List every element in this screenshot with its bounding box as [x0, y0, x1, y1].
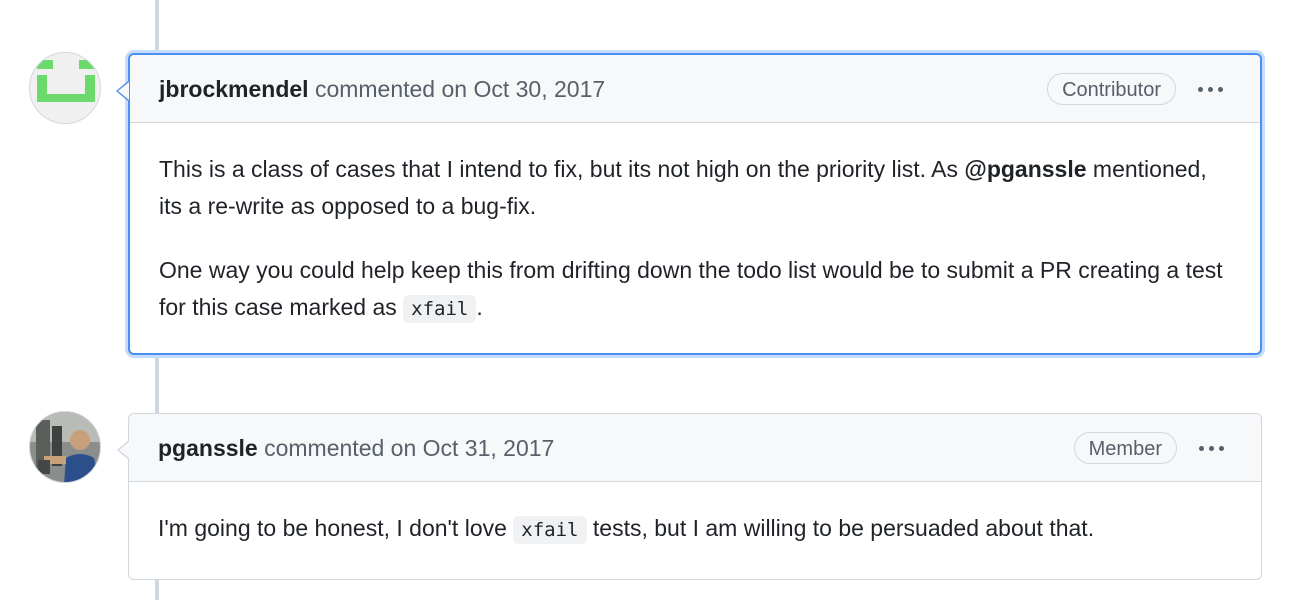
comment-header: pganssle commented on Oct 31, 2017 Membe… [117, 414, 1261, 482]
kebab-horizontal-icon [1195, 86, 1225, 92]
comment-meta: pganssle commented on Oct 31, 2017 [158, 434, 554, 462]
role-badge: Contributor [1047, 73, 1176, 105]
more-options-button[interactable] [1194, 73, 1226, 105]
avatar-pganssle[interactable] [29, 411, 101, 483]
user-photo-icon [30, 412, 100, 482]
comment-paragraph: This is a class of cases that I intend t… [159, 151, 1231, 225]
body-text: tests, but I am willing to be persuaded … [586, 515, 1095, 541]
comment-caret [116, 81, 129, 101]
comment-caret [117, 440, 130, 460]
comment-date-link[interactable]: Oct 30, 2017 [473, 76, 605, 102]
body-text: I'm going to be honest, I don't love [158, 515, 514, 541]
inline-code: xfail [403, 295, 477, 323]
comment-header: jbrockmendel commented on Oct 30, 2017 C… [116, 55, 1260, 123]
comment-meta: jbrockmendel commented on Oct 30, 2017 [159, 75, 605, 103]
body-text: This is a class of cases that I intend t… [159, 156, 965, 182]
comment-body: This is a class of cases that I intend t… [130, 123, 1260, 353]
author-link[interactable]: jbrockmendel [159, 76, 309, 102]
body-text: One way you could help keep this from dr… [159, 257, 1223, 320]
comment-paragraph: I'm going to be honest, I don't love xfa… [158, 510, 1232, 549]
role-badge: Member [1073, 432, 1177, 464]
comment-body: I'm going to be honest, I don't love xfa… [129, 482, 1261, 579]
comment-paragraph: One way you could help keep this from dr… [159, 252, 1231, 328]
body-text: . [476, 294, 483, 320]
comment-action: commented on [264, 435, 417, 461]
inline-code: xfail [513, 516, 587, 544]
comment-date-link[interactable]: Oct 31, 2017 [423, 435, 555, 461]
author-link[interactable]: pganssle [158, 435, 258, 461]
comment-card: jbrockmendel commented on Oct 30, 2017 C… [116, 53, 1262, 355]
user-mention-link[interactable]: @pganssle [964, 156, 1086, 182]
identicon-icon [30, 53, 100, 123]
avatar-jbrockmendel[interactable] [29, 52, 101, 124]
more-options-button[interactable] [1195, 432, 1227, 464]
kebab-horizontal-icon [1196, 445, 1226, 451]
comment-card: pganssle commented on Oct 31, 2017 Membe… [117, 413, 1262, 580]
comment-action: commented on [314, 76, 468, 102]
